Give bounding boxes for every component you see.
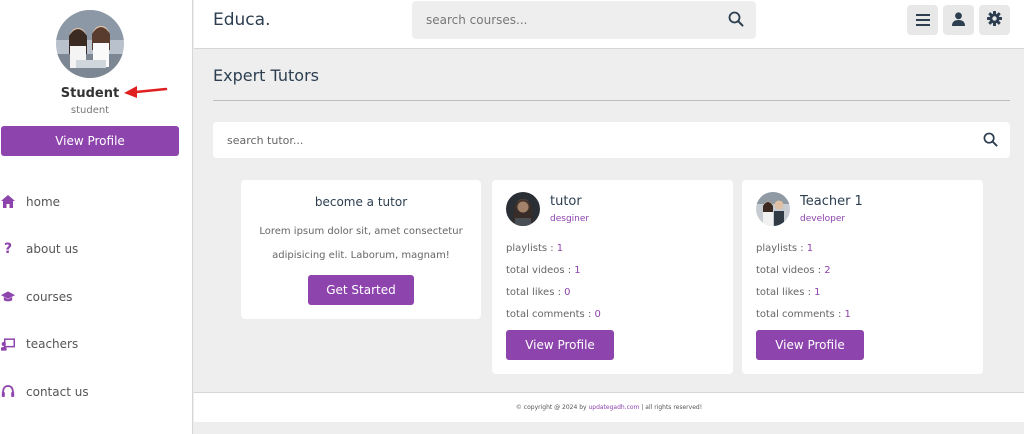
sidebar-item-courses[interactable]: courses: [0, 273, 190, 321]
graduation-cap-icon: [1, 290, 15, 304]
tutor-avatar[interactable]: [506, 192, 540, 226]
site-logo[interactable]: Educa.: [213, 10, 270, 30]
stat-playlists: playlists : 1: [506, 243, 564, 254]
user-icon: [952, 11, 965, 30]
stat-total-comments: total comments : 1: [756, 309, 851, 320]
sidebar-nav: home ? about us courses teachers contact…: [0, 178, 190, 416]
view-profile-button[interactable]: View Profile: [756, 330, 864, 360]
course-search-box: [412, 1, 756, 39]
sidebar-item-contact-us[interactable]: contact us: [0, 368, 190, 416]
tutor-role: desginer: [550, 214, 590, 224]
top-header: Educa.: [194, 0, 1024, 49]
stat-total-videos: total videos : 2: [756, 265, 831, 276]
get-started-button[interactable]: Get Started: [308, 275, 414, 305]
student-avatar[interactable]: [56, 10, 124, 78]
sidebar-item-label: courses: [26, 289, 73, 304]
sidebar: Student student View Profile home ? abou…: [0, 0, 193, 434]
search-icon[interactable]: [983, 132, 998, 151]
become-tutor-card: become a tutor Lorem ipsum dolor sit, am…: [241, 180, 481, 319]
stat-total-videos: total videos : 1: [506, 265, 581, 276]
tutor-card: Teacher 1 developer playlists : 1 total …: [742, 180, 983, 374]
gear-icon: [987, 10, 1002, 30]
tutor-search-box: [213, 122, 1010, 158]
stat-total-likes: total likes : 0: [506, 287, 571, 298]
search-icon[interactable]: [728, 11, 744, 31]
tutor-stats: playlists : 1 total videos : 1 total lik…: [506, 238, 601, 326]
sidebar-item-label: about us: [26, 242, 79, 257]
sidebar-item-home[interactable]: home: [0, 178, 190, 226]
sidebar-item-about-us[interactable]: ? about us: [0, 226, 190, 274]
chalkboard-teacher-icon: [1, 337, 15, 351]
sidebar-item-label: contact us: [26, 384, 89, 399]
footer-copyright: © copyright @ 2024 by: [515, 404, 589, 411]
footer-link[interactable]: updategadh.com: [588, 404, 639, 411]
stat-total-likes: total likes : 1: [756, 287, 821, 298]
annotation-arrow-icon: [124, 86, 168, 98]
course-search-input[interactable]: [426, 10, 716, 30]
tutor-role: developer: [800, 214, 846, 224]
user-role: student: [70, 105, 110, 116]
sidebar-item-label: home: [26, 194, 61, 209]
become-tutor-description: Lorem ipsum dolor sit, amet consectetur …: [259, 226, 463, 261]
sidebar-item-teachers[interactable]: teachers: [0, 321, 190, 369]
tutor-stats: playlists : 1 total videos : 2 total lik…: [756, 238, 851, 326]
headset-icon: [1, 384, 15, 399]
title-divider: [213, 100, 1010, 101]
tutor-search-input[interactable]: [227, 131, 927, 149]
tutor-avatar[interactable]: [756, 192, 790, 226]
question-icon: ?: [3, 241, 13, 258]
menu-icon: [915, 11, 930, 30]
home-icon: [1, 195, 15, 209]
page-title: Expert Tutors: [213, 66, 319, 85]
user-button[interactable]: [943, 5, 974, 35]
become-tutor-title: become a tutor: [314, 195, 408, 209]
view-profile-button[interactable]: View Profile: [1, 126, 179, 156]
tutor-name[interactable]: tutor: [550, 194, 582, 209]
stat-playlists: playlists : 1: [756, 243, 814, 254]
sidebar-item-label: teachers: [26, 337, 79, 352]
stat-total-comments: total comments : 0: [506, 309, 601, 320]
footer: © copyright @ 2024 by updategadh.com | a…: [194, 392, 1024, 422]
footer-rights: | all rights reserved!: [639, 404, 703, 411]
settings-button[interactable]: [979, 5, 1010, 35]
tutor-card: tutor desginer playlists : 1 total video…: [492, 180, 733, 374]
menu-button[interactable]: [907, 5, 938, 35]
tutor-name[interactable]: Teacher 1: [800, 194, 863, 209]
view-profile-button[interactable]: View Profile: [506, 330, 614, 360]
